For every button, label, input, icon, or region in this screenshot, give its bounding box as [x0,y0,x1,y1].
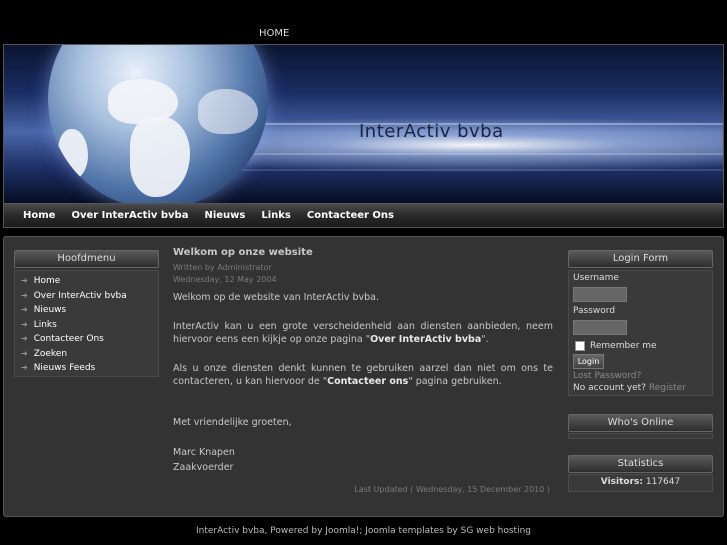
login-button[interactable]: Login [573,354,604,369]
article-paragraph-3: Als u onze diensten denkt kunnen te gebr… [173,362,553,388]
statistics-header: Statistics [568,455,713,473]
article-date: Wednesday, 12 May 2004 [173,275,277,284]
password-field[interactable] [573,320,627,335]
left-menu-item[interactable]: ➔ Links [21,318,158,333]
arrow-bullet-icon: ➔ [21,276,28,285]
hoofdmenu-header: Hoofdmenu [14,250,159,268]
whos-online-body [568,433,713,439]
article-paragraph-1: Welkom op de website van InterActiv bvba… [173,292,380,303]
main-menu-over[interactable]: Over InterActiv bvba [71,210,188,221]
arrow-bullet-icon: ➔ [21,290,28,300]
article-author: Written by Administrator [173,263,272,272]
globe-land-africa [130,117,190,197]
article-text: " pagina gebruiken. [408,376,502,387]
top-nav-home-link[interactable]: HOME [259,28,289,39]
left-menu-label[interactable]: Links [34,320,57,330]
left-menu-label[interactable]: Home [34,276,61,286]
register-link[interactable]: Register [649,383,686,393]
remember-me-label: Remember me [590,341,657,351]
left-menu-label[interactable]: Nieuws [34,305,67,315]
article-paragraph-2: InterActiv kan u een grote verscheidenhe… [173,320,553,346]
article-bold-text: Over InterActiv bvba [370,334,482,345]
no-account-text: No account yet? [573,383,646,393]
main-menu-links[interactable]: Links [261,210,291,221]
left-menu-label[interactable]: Nieuws Feeds [34,363,96,373]
left-menu-label[interactable]: Over InterActiv bvba [34,291,127,301]
login-form-header: Login Form [568,250,713,268]
arrow-bullet-icon: ➔ [21,334,28,343]
left-menu-item[interactable]: ➔ Over InterActiv bvba [21,289,158,304]
globe-land-asia [198,89,258,134]
lost-password-link[interactable]: Lost Password? [573,371,641,381]
light-streak [204,169,723,171]
username-label: Username [573,273,619,283]
arrow-bullet-icon: ➔ [21,305,28,314]
left-menu-item[interactable]: ➔ Contacteer Ons [21,332,158,347]
globe-image [48,45,268,203]
site-title: InterActiv bvba [359,121,504,142]
header-banner: InterActiv bvba [3,44,724,204]
article-text: InterActiv kan u een grote verscheidenhe… [173,321,553,345]
remember-me-checkbox[interactable] [575,341,585,351]
no-account-line: No account yet? Register [573,383,686,393]
left-menu-item[interactable]: ➔ Nieuws Feeds [21,361,158,376]
arrow-bullet-icon: ➔ [21,319,28,329]
password-label: Password [573,306,616,316]
article-last-updated: Last Updated ( Wednesday, 15 December 20… [354,485,550,494]
article-signature-role: Zaakvoerder [173,462,234,473]
footer-text: InterActiv bvba, Powered by Joomla!; Joo… [195,526,531,536]
hoofdmenu-body: ➔ Home ➔ Over InterActiv bvba ➔ Nieuws ➔ Lin… [14,270,159,377]
article-signature-name: Marc Knapen [173,447,235,458]
visitors-counter: Visitors: 117647 [568,477,713,487]
arrow-bullet-icon: ➔ [21,348,28,358]
visitors-label: Visitors: [600,477,643,487]
light-streak [254,153,723,155]
main-menu-bar: Home Over InterActiv bvba Nieuws Links C… [3,204,724,228]
left-menu-item[interactable]: ➔ Nieuws [21,303,158,318]
main-menu-home[interactable]: Home [23,210,55,221]
article-title: Welkom op onze website [173,247,313,258]
globe-land-america [58,129,88,179]
left-menu-label[interactable]: Contacteer Ons [34,334,104,344]
top-navigation: HOME [0,0,727,44]
left-menu-item[interactable]: ➔ Home [21,274,158,289]
visitors-value: 117647 [645,477,681,487]
main-menu-contact[interactable]: Contacteer Ons [307,210,394,221]
whos-online-header: Who's Online [568,414,713,432]
arrow-bullet-icon: ➔ [21,363,28,372]
article-greeting: Met vriendelijke groeten, [173,417,292,428]
article-text: ". [481,334,489,345]
left-menu-label[interactable]: Zoeken [34,349,67,359]
main-menu-nieuws[interactable]: Nieuws [204,210,245,221]
username-field[interactable] [573,287,627,302]
article-bold-text: Contacteer ons [327,376,409,387]
left-menu-item[interactable]: ➔ Zoeken [21,347,158,362]
